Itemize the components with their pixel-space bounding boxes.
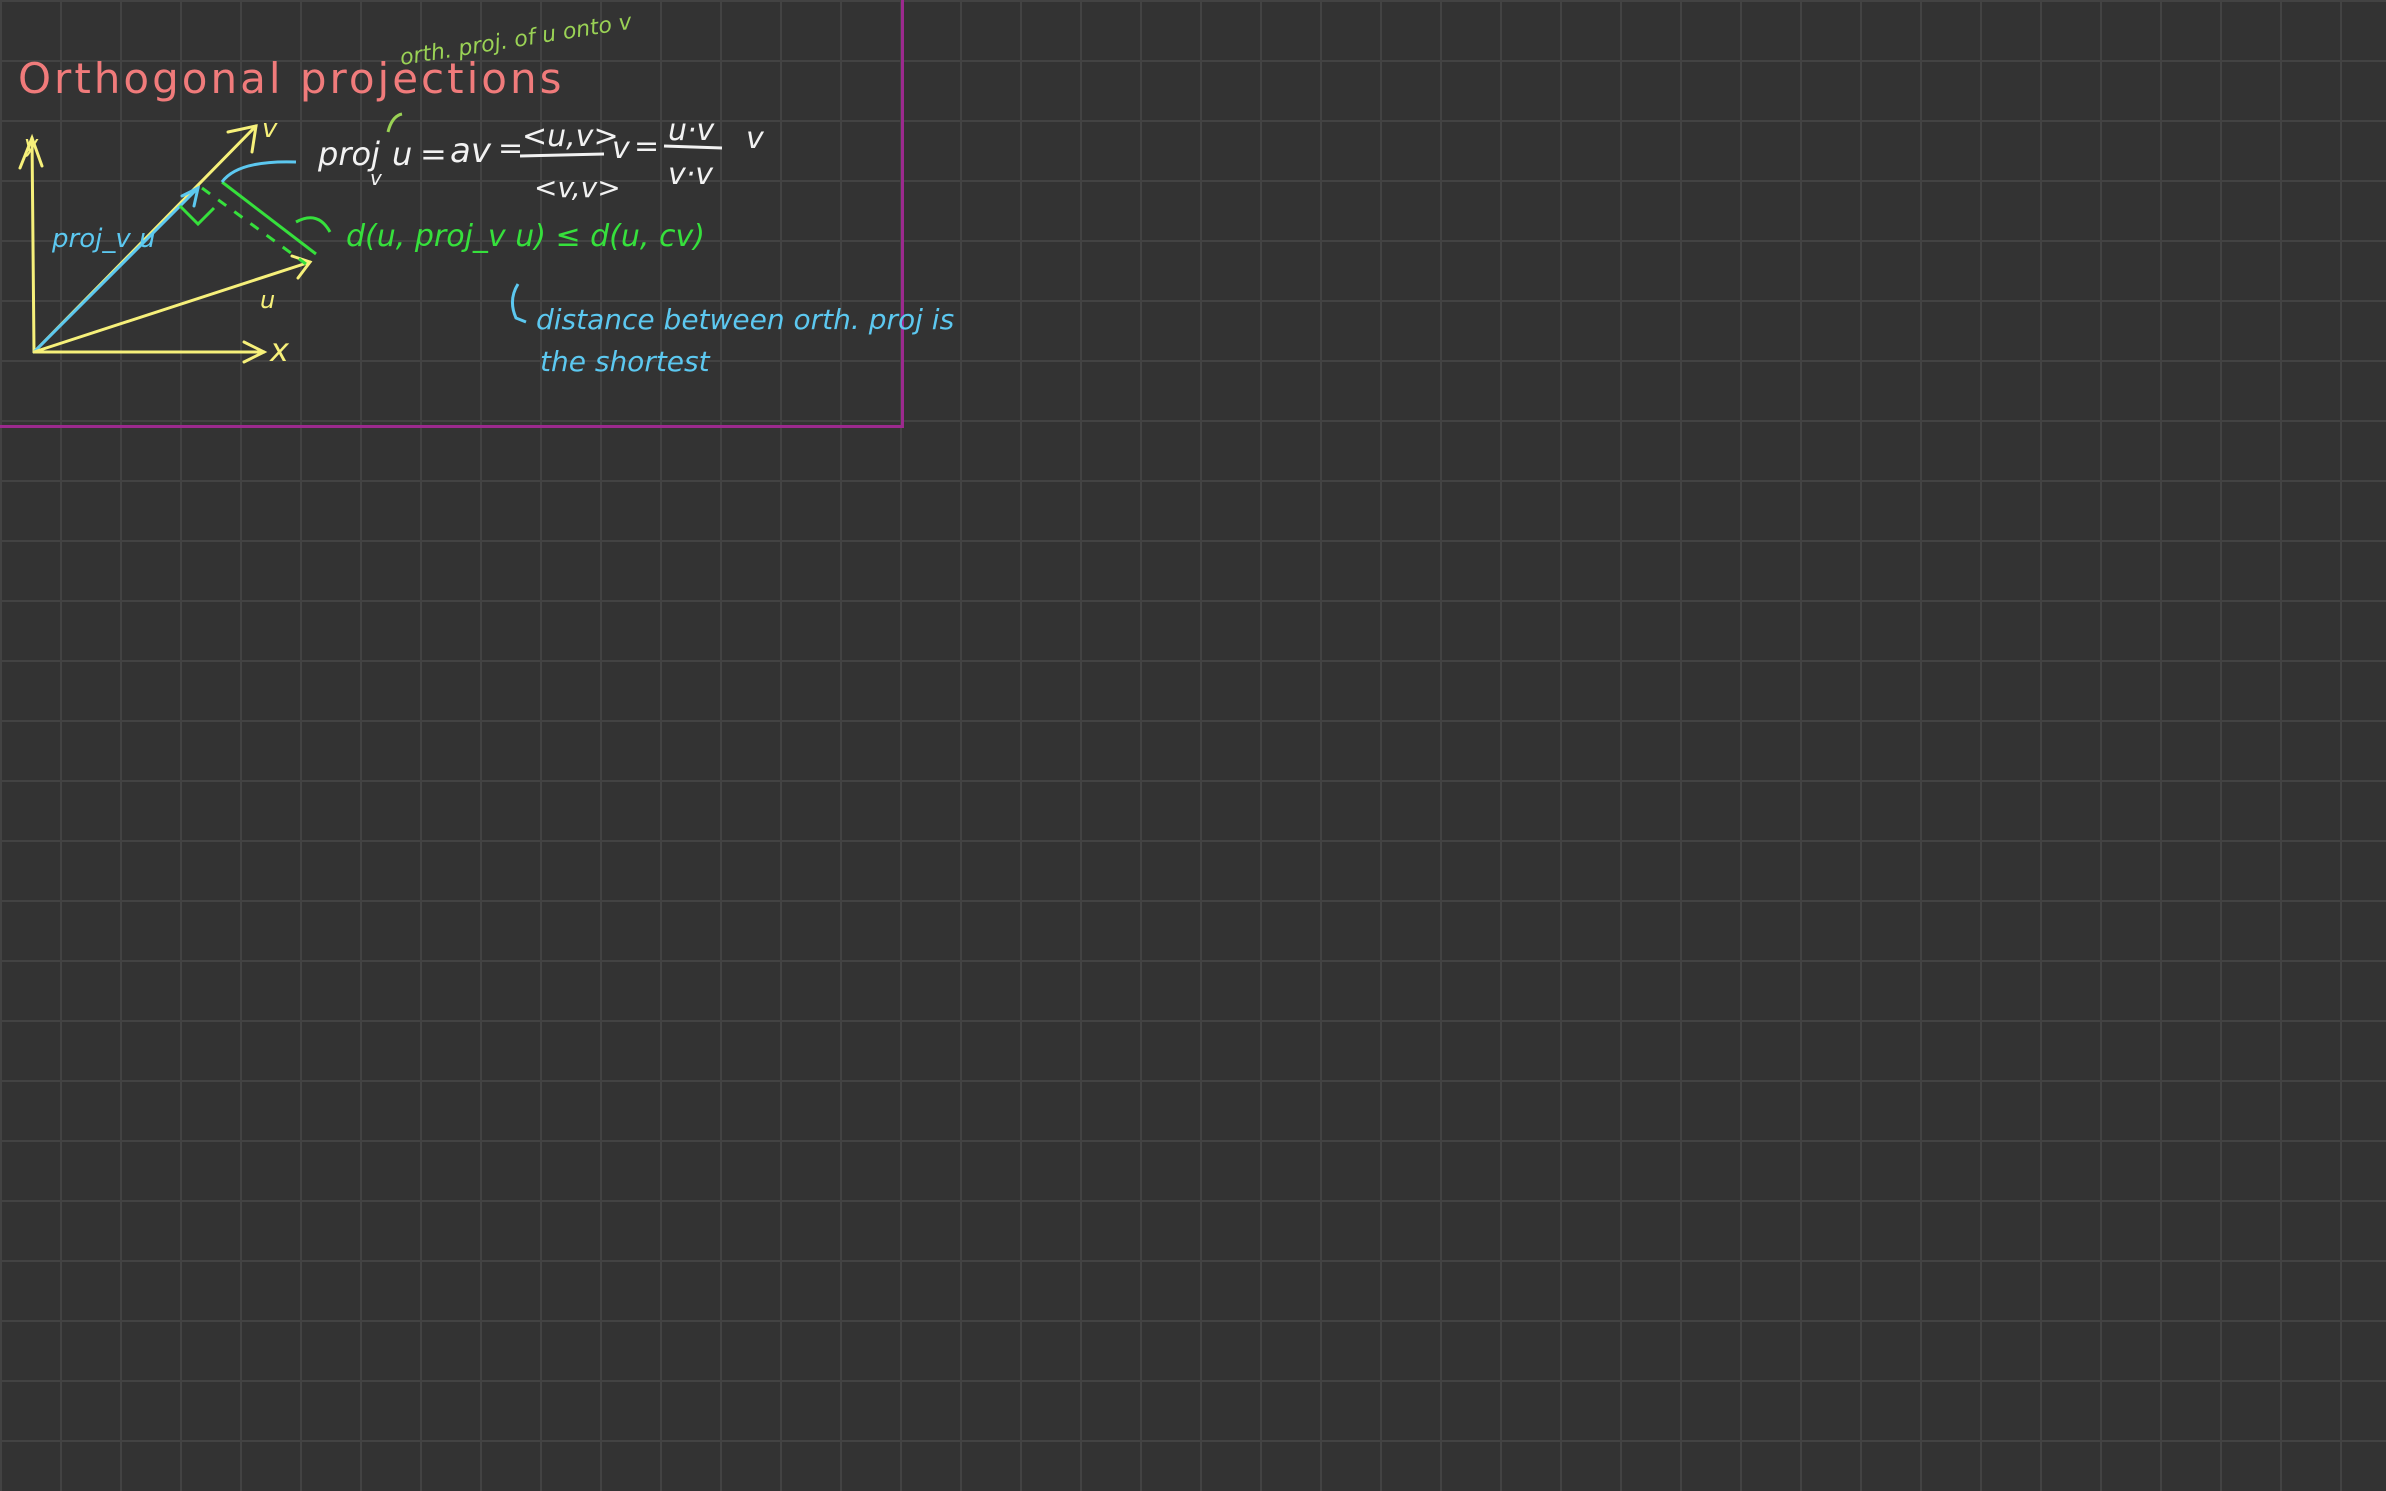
right-angle-marker — [178, 204, 216, 227]
distance-inequality: d(u, proj_v u) ≤ d(u, cv) — [346, 219, 705, 254]
cyan-pointer-curve — [220, 160, 297, 183]
y-axis — [18, 133, 44, 354]
formula-numerator-2: u·v — [668, 113, 715, 148]
y-axis-label: y — [24, 130, 39, 158]
formula-numerator-1: <u,v> — [522, 119, 619, 154]
formula-subscript-v: v — [370, 166, 382, 190]
note-tick-curve — [386, 112, 403, 133]
page-title: Orthogonal projections — [18, 54, 565, 103]
formula-u: u — [392, 135, 413, 173]
projection-vector — [32, 185, 201, 354]
u-vector-label: u — [260, 286, 276, 314]
distance-note-hook — [511, 283, 527, 324]
x-axis — [32, 340, 268, 364]
formula-equals-2: = — [498, 131, 524, 166]
notebook-canvas[interactable]: Orthogonal projections orth. proj. of u … — [0, 0, 2386, 1491]
formula-denominator-1: <v,v> — [534, 171, 621, 204]
fraction-bar-1 — [519, 152, 605, 158]
formula-av: av — [450, 131, 491, 171]
distance-note-line-1: distance between orth. proj is — [536, 303, 955, 336]
x-axis-label: x — [270, 331, 289, 369]
formula-v-2: v — [746, 121, 764, 156]
formula-v-1: v — [612, 131, 630, 166]
distance-note-line-2: the shortest — [540, 345, 710, 378]
formula-equals-1: = — [420, 135, 447, 173]
perpendicular-dashed — [201, 186, 307, 266]
projection-label: proj_v u — [52, 224, 156, 254]
formula-equals-3: = — [634, 129, 660, 164]
green-pointer-curve — [295, 216, 332, 233]
v-vector-label: v — [262, 114, 278, 144]
formula-denominator-2: v·v — [668, 157, 714, 192]
